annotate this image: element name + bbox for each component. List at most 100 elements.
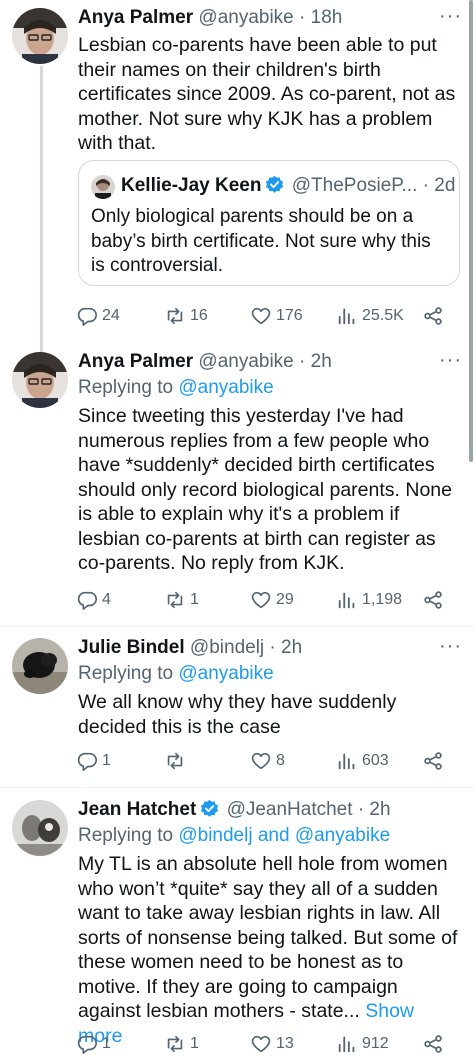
reply-button[interactable]: 4 (76, 586, 111, 614)
heart-icon (251, 307, 271, 325)
tweet-text: Lesbian co-parents have been able to put… (78, 34, 456, 154)
avatar (91, 175, 115, 199)
more-dots-icon[interactable]: ··· (439, 6, 462, 26)
author-name[interactable]: Julie Bindel (78, 637, 185, 658)
reply-button[interactable]: 24 (76, 302, 120, 330)
scrollbar-thumb[interactable] (469, 0, 473, 462)
quoted-tweet-header: Kellie-Jay Keen @ThePosieP... · 2d (121, 174, 455, 198)
tweet-text: We all know why they have suddenly decid… (78, 691, 397, 738)
scrollbar[interactable] (468, 0, 474, 1061)
replying-to: Replying to @bindelj and @anyabike (78, 824, 390, 848)
like-button[interactable]: 176 (250, 302, 303, 330)
author-name[interactable]: Jean Hatchet (78, 799, 196, 820)
views-button[interactable]: 25.5K (336, 302, 404, 330)
replying-to: Replying to @anyabike (78, 376, 274, 400)
like-button[interactable]: 13 (250, 1030, 294, 1058)
avatar[interactable] (12, 800, 68, 856)
reply-count: 1 (102, 752, 111, 769)
tweet-actions: 4 1 29 1,198 (70, 586, 450, 614)
repost-button[interactable]: 1 (164, 1030, 199, 1058)
like-count: 29 (276, 591, 294, 608)
like-button[interactable]: 29 (250, 586, 294, 614)
repost-button[interactable]: 16 (164, 302, 208, 330)
repost-count: 16 (190, 307, 208, 324)
tweet-actions: 1 1 13 912 (70, 1030, 450, 1058)
view-count: 1,198 (362, 591, 403, 608)
verified-badge-icon (201, 799, 219, 817)
tweet-3[interactable]: Julie Bindel @bindelj · 2h ··· Replying … (0, 630, 474, 790)
replying-prefix: Replying to (78, 377, 174, 398)
tweet-actions: 1 8 603 (70, 747, 450, 775)
heart-icon (251, 1035, 271, 1053)
views-icon (338, 308, 355, 325)
replying-mention[interactable]: @anyabike (178, 377, 273, 398)
replying-to: Replying to @anyabike (78, 662, 274, 686)
reply-button[interactable]: 1 (76, 1030, 111, 1058)
quoted-tweet-text: Only biological parents should be on a b… (91, 206, 431, 276)
author-handle[interactable]: @JeanHatchet (227, 799, 353, 820)
reply-icon (77, 1035, 97, 1054)
timestamp[interactable]: · 2h (299, 351, 332, 372)
avatar[interactable] (12, 352, 68, 408)
reply-count: 4 (102, 591, 111, 608)
repost-count: 1 (190, 1035, 199, 1052)
views-button[interactable]: 603 (336, 747, 389, 775)
avatar[interactable] (12, 8, 68, 64)
share-icon (424, 1035, 442, 1053)
tweet-header: Anya Palmer @anyabike · 18h (78, 6, 342, 30)
quoted-timestamp: · 2d (422, 175, 456, 196)
more-dots-icon[interactable]: ··· (439, 636, 462, 656)
view-count: 603 (362, 752, 389, 769)
share-icon (424, 307, 442, 325)
share-button[interactable] (422, 302, 444, 330)
share-button[interactable] (422, 747, 444, 775)
author-handle[interactable]: @anyabike (198, 7, 293, 28)
quoted-tweet[interactable]: Kellie-Jay Keen @ThePosieP... · 2d Only … (78, 160, 460, 286)
repost-icon (167, 591, 183, 609)
replying-prefix: Replying to (78, 825, 174, 846)
replying-mention[interactable]: @anyabike (178, 663, 273, 684)
view-count: 912 (362, 1035, 389, 1052)
repost-icon (167, 307, 183, 325)
author-handle[interactable]: @anyabike (198, 351, 293, 372)
reply-icon (77, 307, 97, 326)
share-button[interactable] (422, 1030, 444, 1058)
repost-button[interactable] (164, 747, 190, 775)
views-button[interactable]: 912 (336, 1030, 389, 1058)
views-icon (338, 753, 355, 770)
author-name[interactable]: Anya Palmer (78, 351, 193, 372)
reply-icon (77, 591, 97, 610)
reply-button[interactable]: 1 (76, 747, 111, 775)
reply-count: 24 (102, 307, 120, 324)
tweet-text: Since tweeting this yesterday I've had n… (78, 405, 452, 574)
author-name[interactable]: Anya Palmer (78, 7, 193, 28)
repost-count: 1 (190, 591, 199, 608)
like-button[interactable]: 8 (250, 747, 285, 775)
tweet-header: Julie Bindel @bindelj · 2h (78, 636, 302, 660)
avatar[interactable] (12, 638, 68, 694)
replying-prefix: Replying to (78, 663, 174, 684)
views-icon (338, 592, 355, 609)
reply-icon (77, 752, 97, 771)
tweet-text: My TL is an absolute hell hole from wome… (78, 852, 462, 1048)
views-button[interactable]: 1,198 (336, 586, 402, 614)
tweet-2[interactable]: Anya Palmer @anyabike · 2h ··· Replying … (0, 344, 474, 626)
quoted-author-handle: @ThePosieP... (291, 175, 418, 196)
tweet-header: Anya Palmer @anyabike · 2h (78, 350, 332, 374)
share-button[interactable] (422, 586, 444, 614)
like-count: 13 (276, 1035, 294, 1052)
tweet-4[interactable]: Jean Hatchet @JeanHatchet · 2h Replying … (0, 792, 474, 1061)
timestamp[interactable]: · 2h (269, 637, 302, 658)
divider (0, 626, 474, 627)
timestamp[interactable]: · 18h (299, 7, 342, 28)
more-dots-icon[interactable]: ··· (439, 350, 462, 370)
author-handle[interactable]: @bindelj (190, 637, 264, 658)
repost-button[interactable]: 1 (164, 586, 199, 614)
quoted-author-name: Kellie-Jay Keen (121, 175, 262, 196)
heart-icon (251, 752, 271, 770)
tweet-1[interactable]: Anya Palmer @anyabike · 18h ··· Lesbian … (0, 0, 474, 342)
timestamp[interactable]: · 2h (358, 799, 391, 820)
replying-mention[interactable]: @bindelj and @anyabike (178, 825, 390, 846)
share-icon (424, 752, 442, 770)
divider (0, 787, 474, 788)
